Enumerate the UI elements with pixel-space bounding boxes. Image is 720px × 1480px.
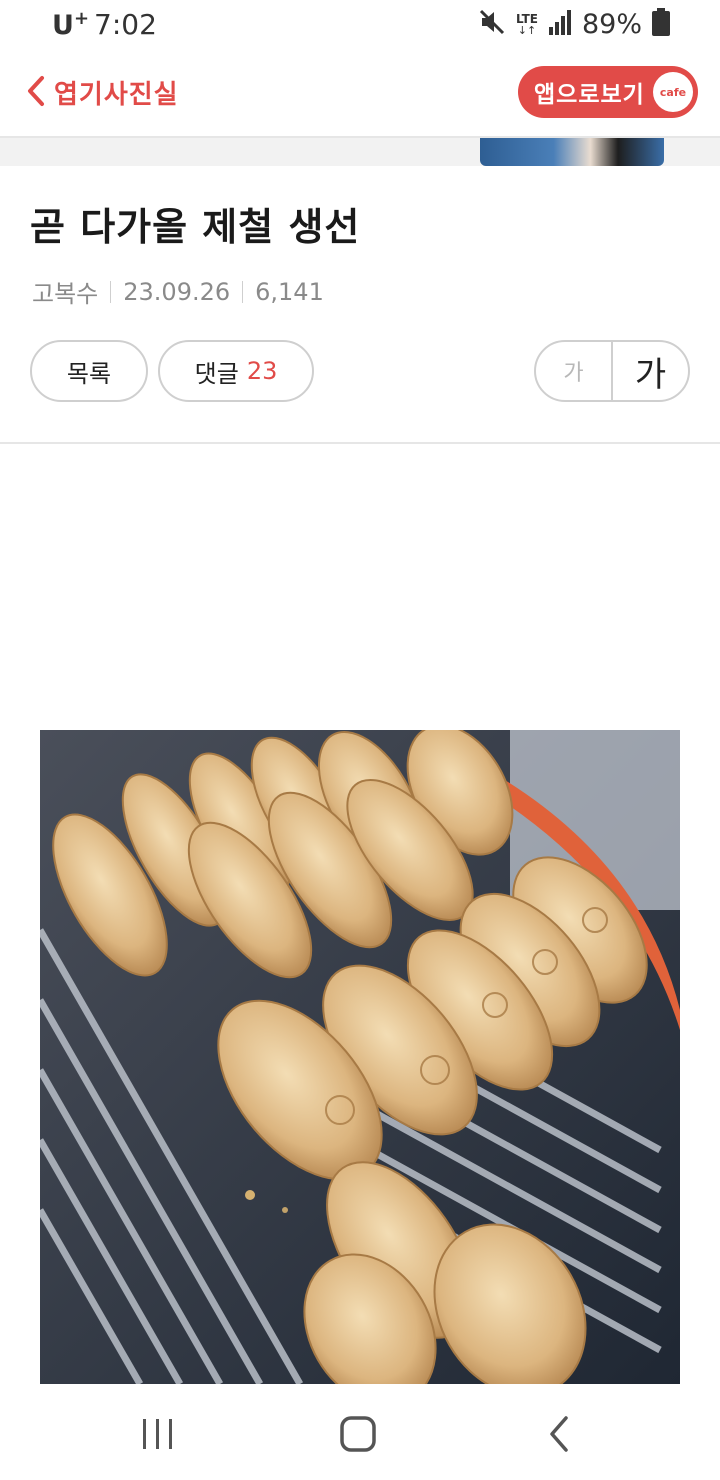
banner-strip	[0, 138, 720, 166]
board-name: 엽기사진실	[54, 80, 179, 110]
status-icons: LTE ↓↑ 89%	[478, 8, 670, 40]
list-button-label: 목록	[66, 359, 112, 388]
back-to-board-button[interactable]: 엽기사진실	[26, 74, 179, 111]
network-icon: LTE ↓↑	[515, 11, 538, 37]
status-time: 7:02	[94, 8, 157, 41]
comment-label: 댓글	[194, 359, 239, 388]
article-title: 곧 다가올 제철 생선	[30, 205, 361, 249]
font-size-toggle: 가 가	[534, 340, 690, 402]
header-divider	[0, 442, 720, 444]
cafe-logo-icon: cafe	[653, 72, 693, 112]
status-bar: U+ 7:02 LTE ↓↑ 89%	[0, 0, 720, 52]
carrier-label: U+	[52, 8, 90, 41]
battery-percent: 89%	[581, 8, 642, 40]
chevron-left-icon	[26, 75, 46, 111]
system-nav-bar	[0, 1384, 720, 1480]
mute-icon	[478, 8, 506, 40]
article-photo[interactable]	[40, 730, 680, 1384]
home-icon[interactable]	[336, 1414, 380, 1454]
comment-count: 23	[246, 357, 278, 385]
view-count: 6,141	[255, 277, 324, 306]
app-header: 엽기사진실 앱으로보기 cafe	[0, 52, 720, 138]
font-size-large-button[interactable]: 가	[613, 342, 688, 400]
meta-separator	[110, 280, 112, 303]
font-size-small-button[interactable]: 가	[536, 342, 613, 400]
meta-separator	[242, 280, 244, 303]
author-name[interactable]: 고복수	[32, 274, 98, 309]
banner-image	[480, 138, 664, 166]
open-in-app-label: 앱으로보기	[534, 82, 645, 108]
back-icon[interactable]	[540, 1414, 584, 1454]
screen: U+ 7:02 LTE ↓↑ 89% 엽기사진실 앱으로보기 cafe 곧 다가…	[0, 0, 720, 1480]
signal-icon	[548, 9, 572, 39]
recent-apps-icon[interactable]	[136, 1414, 180, 1454]
battery-icon	[652, 8, 670, 40]
post-date: 23.09.26	[123, 277, 231, 306]
comment-button[interactable]: 댓글 23	[158, 340, 314, 402]
open-in-app-button[interactable]: 앱으로보기 cafe	[518, 66, 698, 118]
list-button[interactable]: 목록	[30, 340, 148, 402]
article-meta: 고복수 23.09.26 6,141	[32, 274, 324, 309]
